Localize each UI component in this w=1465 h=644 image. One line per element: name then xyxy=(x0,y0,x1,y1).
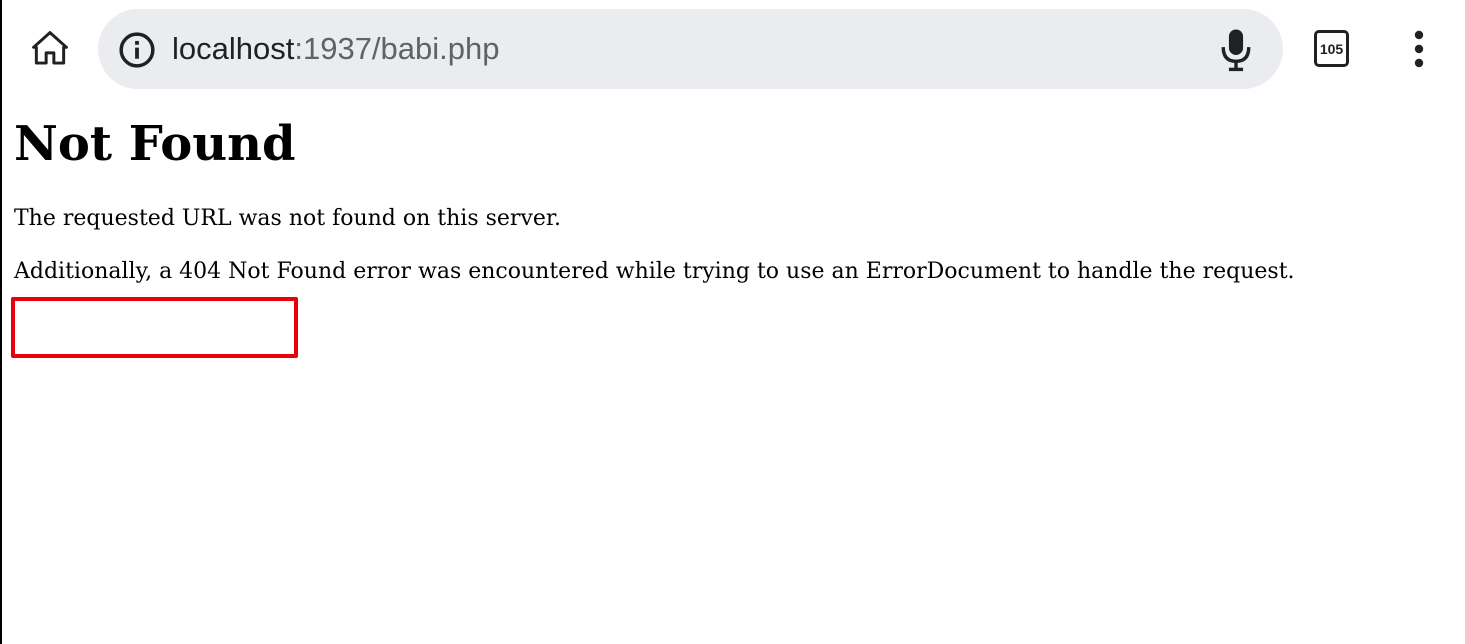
page-title: Not Found xyxy=(14,116,296,172)
highlight-box xyxy=(11,297,298,358)
url-path: :1937/babi.php xyxy=(294,31,500,66)
info-icon[interactable] xyxy=(118,31,156,69)
microphone-icon[interactable] xyxy=(1219,27,1253,73)
page-content: Not Found The requested URL was not foun… xyxy=(14,98,1454,284)
home-icon xyxy=(32,31,68,65)
browser-toolbar: localhost:1937/babi.php 105 xyxy=(2,0,1465,98)
error-detail: Additionally, a 404 Not Found error was … xyxy=(14,259,1295,284)
url-host: localhost xyxy=(172,31,295,66)
url-text[interactable]: localhost:1937/babi.php xyxy=(172,27,500,71)
address-bar[interactable]: localhost:1937/babi.php xyxy=(98,9,1283,89)
error-message: The requested URL was not found on this … xyxy=(14,206,561,231)
tab-switcher-button[interactable]: 105 xyxy=(1314,30,1349,67)
more-vertical-icon[interactable] xyxy=(1404,28,1434,70)
home-button[interactable] xyxy=(26,24,74,72)
tab-count: 105 xyxy=(1319,40,1344,57)
